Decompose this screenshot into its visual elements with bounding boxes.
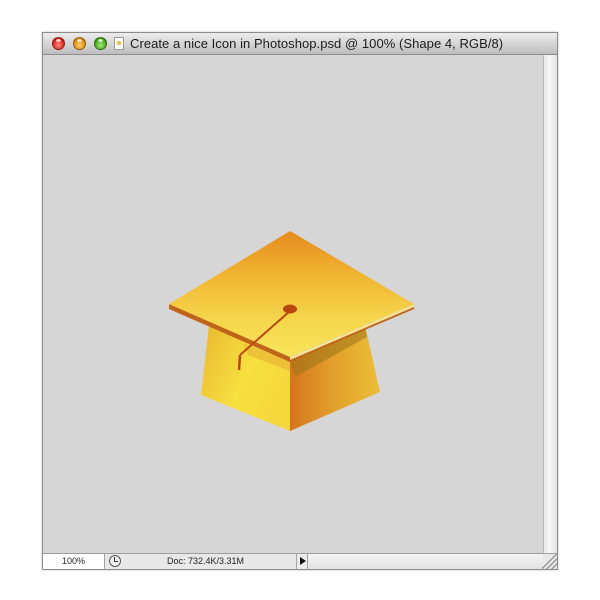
close-button[interactable] bbox=[52, 37, 65, 50]
document-window: Create a nice Icon in Photoshop.psd @ 10… bbox=[42, 32, 558, 570]
document-size-info: Doc: 732.4K/3.31M bbox=[167, 556, 245, 566]
document-proxy-icon[interactable] bbox=[114, 37, 124, 50]
zoom-button[interactable] bbox=[94, 37, 107, 50]
resize-grip-icon[interactable] bbox=[542, 554, 557, 569]
horizontal-scrollbar[interactable] bbox=[309, 554, 543, 569]
status-bar: 100% Doc: 732.4K/3.31M bbox=[43, 553, 557, 569]
clock-icon[interactable] bbox=[109, 555, 121, 567]
zoom-level-field[interactable]: 100% bbox=[43, 554, 105, 569]
status-menu-arrow-button[interactable] bbox=[296, 554, 308, 569]
cap-board bbox=[169, 231, 414, 362]
window-title: Create a nice Icon in Photoshop.psd @ 10… bbox=[130, 36, 504, 51]
graduation-cap-icon[interactable] bbox=[43, 55, 543, 554]
vertical-scrollbar[interactable] bbox=[543, 55, 557, 554]
title-bar[interactable]: Create a nice Icon in Photoshop.psd @ 10… bbox=[43, 33, 557, 55]
minimize-button[interactable] bbox=[73, 37, 86, 50]
document-canvas[interactable] bbox=[43, 55, 543, 554]
